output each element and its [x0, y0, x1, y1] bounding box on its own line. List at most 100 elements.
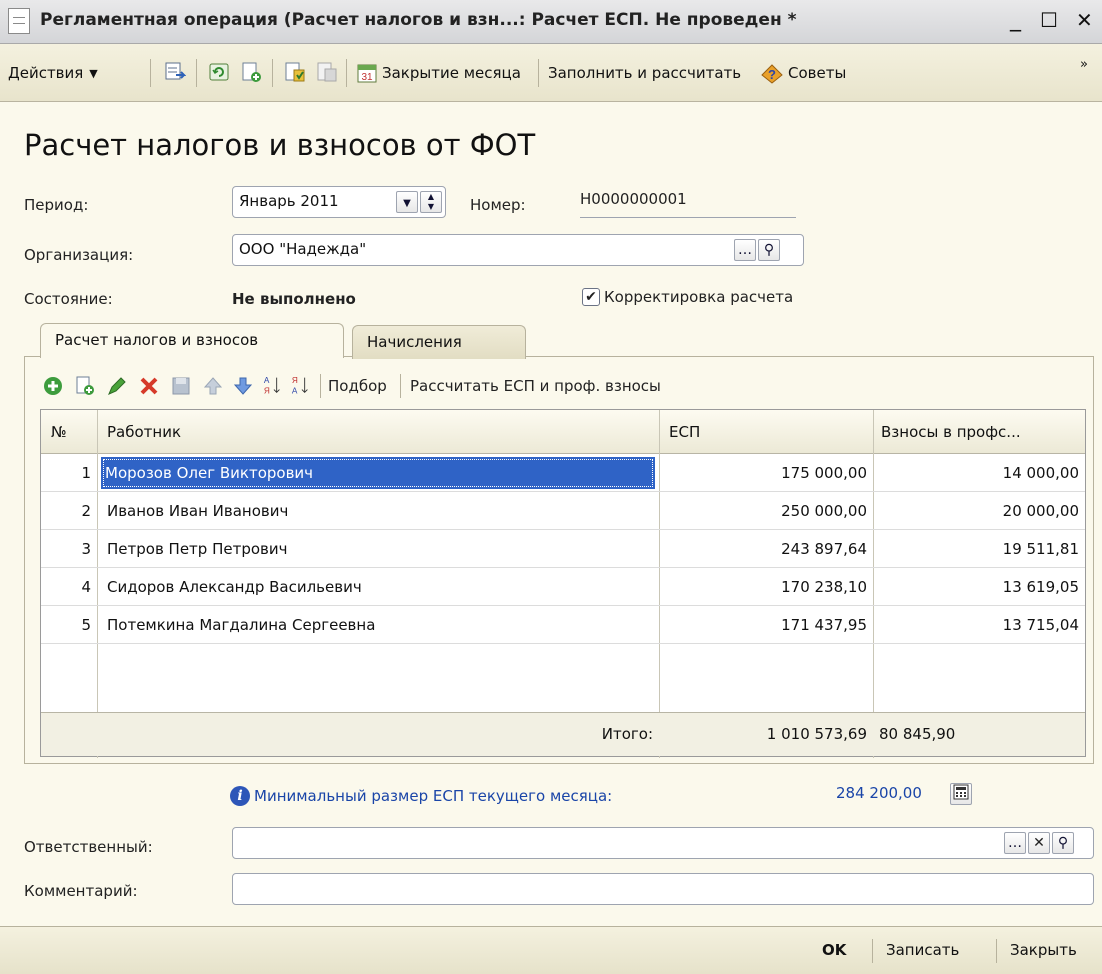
column-header-number[interactable]: № — [51, 413, 91, 451]
tips-icon: ? — [761, 64, 783, 84]
responsible-clear-button[interactable]: ✕ — [1028, 832, 1050, 854]
column-header-esp[interactable]: ЕСП — [669, 413, 869, 451]
move-down-icon[interactable] — [232, 375, 254, 397]
window-title: Регламентная операция (Расчет налогов и … — [40, 10, 797, 30]
period-dropdown-button[interactable]: ▼ — [396, 191, 418, 213]
calculator-button[interactable] — [950, 783, 972, 805]
number-label: Номер: — [470, 196, 526, 214]
table-row[interactable]: 4 Сидоров Александр Васильевич 170 238,10 1… — [41, 568, 1085, 606]
tips-button[interactable]: ? Советы — [760, 59, 846, 87]
column-header-worker[interactable]: Работник — [107, 413, 627, 451]
toolbar-separator — [400, 374, 401, 398]
svg-text:Я: Я — [264, 386, 270, 395]
caret-down-icon: ▼ — [89, 66, 98, 80]
form-title: Расчет налогов и взносов от ФОТ — [24, 128, 536, 162]
svg-text:?: ? — [768, 67, 776, 82]
ellipsis-icon: … — [1008, 835, 1022, 851]
calendar-icon: 31 — [357, 64, 377, 83]
tab-label: Начисления — [367, 333, 462, 351]
caret-down-icon: ▼ — [403, 198, 411, 209]
row-worker: Иванов Иван Иванович — [107, 502, 289, 520]
organization-field[interactable]: ООО "Надежда" — [232, 234, 804, 266]
tips-label: Советы — [788, 64, 847, 82]
toolbar-separator — [538, 59, 539, 87]
row-contributions: 19 511,81 — [1002, 540, 1079, 558]
calculator-icon — [953, 784, 969, 800]
table-row[interactable]: 3 Петров Петр Петрович 243 897,64 19 511,81 — [41, 530, 1085, 568]
responsible-field[interactable] — [232, 827, 1094, 859]
delete-row-icon[interactable] — [138, 375, 160, 397]
spin-up-down-icon: ▲ ▼ — [427, 192, 435, 211]
close-window-button[interactable]: ✕ — [1076, 8, 1093, 32]
table-row[interactable]: 5 Потемкина Магдалина Сергеевна 171 437,95… — [41, 606, 1085, 644]
total-label: Итого: — [601, 725, 653, 743]
correction-checkbox[interactable]: ✔ Корректировка расчета — [582, 288, 793, 306]
actions-menu-button[interactable]: Действия ▼ — [8, 59, 98, 87]
post-and-close-icon[interactable] — [164, 61, 186, 83]
svg-text:31: 31 — [361, 72, 373, 83]
row-number: 5 — [81, 616, 91, 634]
sort-descending-icon[interactable]: Я A — [290, 374, 312, 396]
responsible-select-button[interactable]: … — [1004, 832, 1026, 854]
svg-text:A: A — [264, 376, 270, 385]
row-esp: 250 000,00 — [781, 502, 867, 520]
state-value: Не выполнено — [232, 290, 356, 308]
column-header-contributions[interactable]: Взносы в профс... — [881, 413, 1081, 451]
row-number: 4 — [81, 578, 91, 596]
row-esp: 170 238,10 — [781, 578, 867, 596]
svg-text:Я: Я — [292, 376, 298, 385]
more-toolbar-button[interactable]: » — [1080, 50, 1088, 78]
tax-table[interactable]: № Работник ЕСП Взносы в профс... 1 Морозо… — [40, 409, 1086, 758]
refresh-icon[interactable] — [208, 61, 230, 83]
period-spin-button[interactable]: ▲ ▼ — [420, 191, 442, 213]
tab-accruals[interactable]: Начисления — [352, 325, 526, 359]
period-value: Январь 2011 — [239, 192, 339, 210]
svg-text:A: A — [292, 386, 298, 395]
copy-row-icon[interactable] — [74, 375, 96, 397]
minimize-button[interactable]: _ — [1010, 8, 1021, 32]
new-document-icon[interactable] — [240, 61, 262, 83]
organization-open-button[interactable]: ⚲ — [758, 239, 780, 261]
window-titlebar: Регламентная операция (Расчет налогов и … — [0, 0, 1102, 44]
tab-tax-calculation[interactable]: Расчет налогов и взносов — [40, 323, 344, 358]
row-contributions: 14 000,00 — [1002, 464, 1079, 482]
responsible-open-button[interactable]: ⚲ — [1052, 832, 1074, 854]
fill-and-calculate-button[interactable]: Заполнить и рассчитать — [548, 59, 741, 87]
pick-button[interactable]: Подбор — [328, 377, 387, 395]
min-esp-label: Минимальный размер ЕСП текущего месяца: — [254, 787, 613, 805]
info-icon: i — [230, 786, 250, 806]
table-row[interactable]: 2 Иванов Иван Иванович 250 000,00 20 000,00 — [41, 492, 1085, 530]
close-button[interactable]: Закрыть — [1010, 941, 1077, 959]
move-up-icon[interactable] — [202, 375, 224, 397]
comment-field[interactable] — [232, 873, 1094, 905]
close-month-button[interactable]: 31 Закрытие месяца — [356, 59, 521, 87]
row-contributions: 20 000,00 — [1002, 502, 1079, 520]
post-document-icon[interactable] — [284, 61, 306, 83]
sort-ascending-icon[interactable]: A Я — [262, 374, 284, 396]
row-divider — [41, 643, 1085, 644]
row-number: 2 — [81, 502, 91, 520]
table-row[interactable]: 1 Морозов Олег Викторович 175 000,00 14 000… — [41, 454, 1085, 492]
comment-label: Комментарий: — [24, 882, 138, 900]
calculate-esp-button[interactable]: Рассчитать ЕСП и проф. взносы — [410, 377, 661, 395]
edit-row-icon[interactable] — [106, 375, 128, 397]
footer-separator — [996, 939, 997, 963]
row-worker: Морозов Олег Викторович — [101, 457, 655, 489]
table-totals: Итого: 1 010 573,69 80 845,90 — [41, 712, 1085, 756]
organization-label: Организация: — [24, 246, 134, 264]
responsible-label: Ответственный: — [24, 838, 153, 856]
end-edit-icon[interactable] — [170, 375, 192, 397]
maximize-button[interactable]: ☐ — [1040, 8, 1058, 32]
organization-select-button[interactable]: … — [734, 239, 756, 261]
ok-button[interactable]: OK — [822, 941, 846, 959]
row-contributions: 13 619,05 — [1002, 578, 1079, 596]
row-esp: 171 437,95 — [781, 616, 867, 634]
unpost-document-icon[interactable] — [316, 61, 338, 83]
total-esp: 1 010 573,69 — [766, 725, 867, 743]
period-label: Период: — [24, 196, 89, 214]
row-number: 3 — [81, 540, 91, 558]
close-month-label: Закрытие месяца — [382, 64, 521, 82]
save-button[interactable]: Записать — [886, 941, 959, 959]
toolbar-separator — [320, 374, 321, 398]
add-row-icon[interactable] — [42, 375, 64, 397]
